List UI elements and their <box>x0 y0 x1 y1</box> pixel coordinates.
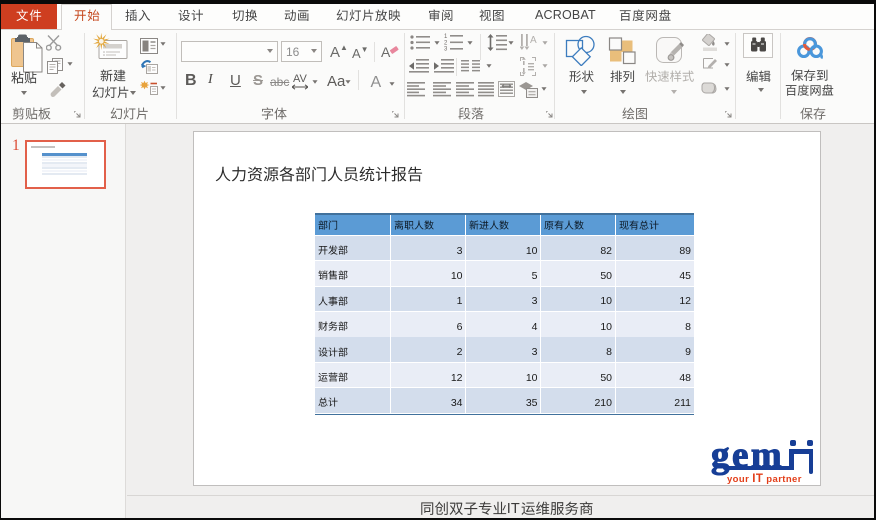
svg-text:1: 1 <box>444 34 448 40</box>
svg-text:A: A <box>530 35 537 46</box>
svg-text:3: 3 <box>444 47 448 53</box>
